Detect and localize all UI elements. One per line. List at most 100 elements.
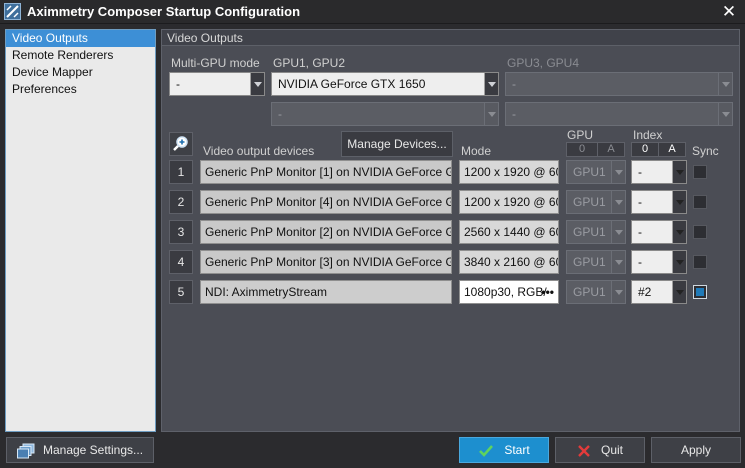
device-field[interactable]: Generic PnP Monitor [4] on NVIDIA GeForc… [200,190,452,214]
gpu-select-value: GPU1 [573,195,606,209]
quit-button[interactable]: Quit [555,437,645,463]
gpu-select[interactable]: GPU1 [566,250,626,274]
gpu-select-value: GPU1 [573,165,606,179]
gpu4-select[interactable]: - [505,102,733,126]
multi-gpu-mode-label: Multi-GPU mode [171,56,260,70]
sync-checkbox[interactable] [693,225,707,239]
sync-column-label: Sync [692,144,719,158]
start-button[interactable]: Start [459,437,549,463]
gpu1-value: NVIDIA GeForce GTX 1650 [278,77,426,91]
gpu-select-value: GPU1 [573,255,606,269]
index-select-value: - [638,225,642,239]
gpu1-select[interactable]: NVIDIA GeForce GTX 1650 [271,72,499,96]
row-number: 2 [169,190,193,214]
multi-gpu-mode-value: - [176,77,180,91]
close-button[interactable]: ✕ [719,2,739,22]
start-label: Start [504,443,530,457]
device-field[interactable]: Generic PnP Monitor [1] on NVIDIA GeForc… [200,160,452,184]
manage-settings-label: Manage Settings... [42,443,144,457]
chevron-down-icon [611,161,625,183]
row-number: 4 [169,250,193,274]
manage-devices-button[interactable]: Manage Devices... [341,131,453,157]
index-select-value: - [638,195,642,209]
more-options-button[interactable]: ••• [541,281,554,303]
index-select[interactable]: #2 [631,280,687,304]
aximmetry-logo-icon [4,3,21,20]
sidebar-item-preferences[interactable]: Preferences [6,81,155,98]
gpu2-select[interactable]: - [271,102,499,126]
gpu-column-label: GPU [567,128,594,142]
title-bar: Aximmetry Composer Startup Configuration… [0,0,745,24]
gpu-select-value: GPU1 [573,285,606,299]
gpu-select[interactable]: GPU1 [566,220,626,244]
chevron-down-icon [672,281,686,303]
index-select-value: - [638,165,642,179]
gpu-auto-button[interactable]: A [597,142,625,157]
panel-title: Video Outputs [162,30,739,46]
index-column-label: Index [633,128,663,142]
chevron-down-icon [611,191,625,213]
chevron-down-icon [718,73,732,95]
mode-column-label: Mode [461,144,492,158]
index-select[interactable]: - [631,250,687,274]
index-select-value: - [638,255,642,269]
gpu-select-value: GPU1 [573,225,606,239]
sync-checkbox[interactable] [693,195,707,209]
chevron-down-icon [672,161,686,183]
chevron-down-icon [611,251,625,273]
chevron-down-icon [484,73,498,95]
sidebar: Video Outputs Remote Renderers Device Ma… [5,29,156,432]
row-number: 3 [169,220,193,244]
sidebar-item-video-outputs[interactable]: Video Outputs [6,30,155,47]
quit-label: Quit [600,443,623,457]
device-field[interactable]: Generic PnP Monitor [3] on NVIDIA GeForc… [200,250,452,274]
mode-field[interactable]: 2560 x 1440 @ 60 [459,220,559,244]
gpu-zero-button[interactable]: 0 [566,142,598,157]
mode-field[interactable]: 1080p30, RGB/ ••• [459,280,559,304]
gpu-select[interactable]: GPU1 [566,190,626,214]
mode-field[interactable]: 3840 x 2160 @ 60 [459,250,559,274]
device-field[interactable]: NDI: AximmetryStream [200,280,452,304]
gpu3-select[interactable]: - [505,72,733,96]
gpu3-value: - [512,77,516,91]
search-devices-button[interactable] [169,132,193,156]
chevron-down-icon [611,221,625,243]
row-number: 5 [169,280,193,304]
stacked-windows-icon [16,443,35,459]
gpu12-label: GPU1, GPU2 [273,56,346,70]
index-zero-button[interactable]: 0 [631,142,659,157]
chevron-down-icon [672,251,686,273]
mode-field[interactable]: 1200 x 1920 @ 60 [459,190,559,214]
gpu4-value: - [512,107,516,121]
mode-value: 1080p30, RGB/ [464,285,547,299]
gpu-select[interactable]: GPU1 [566,280,626,304]
index-auto-button[interactable]: A [658,142,686,157]
checkmark-icon [479,444,494,457]
device-field[interactable]: Generic PnP Monitor [2] on NVIDIA GeForc… [200,220,452,244]
gpu2-value: - [278,107,282,121]
window-title: Aximmetry Composer Startup Configuration [27,4,301,19]
sidebar-item-remote-renderers[interactable]: Remote Renderers [6,47,155,64]
apply-button[interactable]: Apply [651,437,741,463]
gpu34-label: GPU3, GPU4 [507,56,580,70]
sync-checkbox[interactable] [693,165,707,179]
mode-field[interactable]: 1200 x 1920 @ 60 [459,160,559,184]
gpu-select[interactable]: GPU1 [566,160,626,184]
manage-settings-button[interactable]: Manage Settings... [6,437,154,463]
chevron-down-icon [672,221,686,243]
row-number: 1 [169,160,193,184]
index-select[interactable]: - [631,220,687,244]
chevron-down-icon [484,103,498,125]
multi-gpu-mode-select[interactable]: - [169,72,265,96]
video-output-devices-label: Video output devices [203,144,315,158]
chevron-down-icon [672,191,686,213]
index-select-value: #2 [638,285,652,299]
red-x-icon [578,444,590,457]
chevron-down-icon [718,103,732,125]
sidebar-item-device-mapper[interactable]: Device Mapper [6,64,155,81]
index-select[interactable]: - [631,190,687,214]
sync-checkbox[interactable] [693,285,707,299]
chevron-down-icon [611,281,625,303]
index-select[interactable]: - [631,160,687,184]
sync-checkbox[interactable] [693,255,707,269]
